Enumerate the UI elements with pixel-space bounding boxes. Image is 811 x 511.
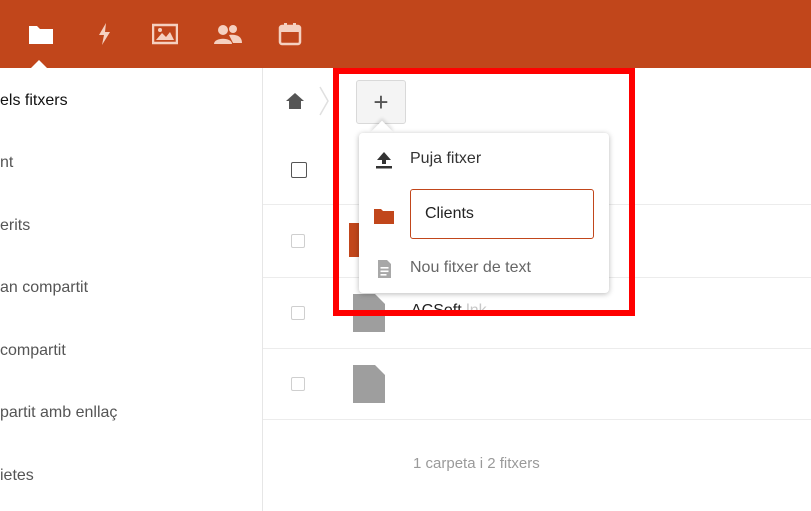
- sidebar-item-label: erits: [0, 217, 31, 234]
- home-icon: [286, 93, 304, 109]
- sidebar-item-label: an compartit: [0, 279, 89, 296]
- lightning-icon: [99, 23, 110, 45]
- sidebar-item-recent[interactable]: nt: [0, 143, 13, 183]
- sidebar-item-label: ietes: [0, 467, 34, 484]
- folder-icon: [374, 209, 394, 224]
- row-checkbox[interactable]: [291, 234, 305, 248]
- image-icon: [152, 23, 178, 45]
- row-checkbox[interactable]: [291, 306, 305, 320]
- sidebar: els fitxers nt erits an compartit compar…: [0, 68, 263, 511]
- sidebar-item-label: compartit: [0, 342, 66, 359]
- sidebar-item-tags[interactable]: ietes: [0, 456, 34, 496]
- new-text-file-label: Nou fitxer de text: [410, 259, 531, 276]
- sidebar-item-shared-with-others[interactable]: compartit: [0, 331, 66, 371]
- sidebar-item-favorites[interactable]: erits: [0, 206, 30, 246]
- calendar-icon: [278, 23, 302, 46]
- breadcrumb-separator: [319, 86, 329, 116]
- contacts-icon: [214, 25, 242, 44]
- files-app-button[interactable]: [27, 20, 55, 48]
- text-file-icon: [378, 260, 391, 278]
- new-menu: Puja fitxer Nou fitxer de text: [359, 133, 609, 293]
- new-button[interactable]: +: [356, 80, 406, 124]
- upload-file-label: Puja fitxer: [410, 150, 482, 167]
- folder-icon: [29, 26, 53, 44]
- sidebar-item-shared-by-link[interactable]: partit amb enllaç: [0, 393, 117, 433]
- upload-icon: [376, 152, 392, 169]
- file-icon: [353, 294, 385, 332]
- file-name[interactable]: ACSoft.lnk: [411, 302, 487, 320]
- sidebar-item-label: els fitxers: [0, 92, 68, 109]
- new-button-label: +: [373, 87, 389, 117]
- row-checkbox[interactable]: [291, 377, 305, 391]
- contacts-app-button[interactable]: [214, 20, 242, 48]
- sidebar-item-all-files[interactable]: els fitxers: [0, 81, 68, 121]
- file-icon: [353, 365, 385, 403]
- table-row[interactable]: [263, 349, 811, 420]
- upload-file-menu-item[interactable]: Puja fitxer: [359, 139, 609, 179]
- app-header: [0, 0, 811, 69]
- calendar-app-button[interactable]: [276, 20, 304, 48]
- file-summary: 1 carpeta i 2 fitxers: [413, 455, 540, 472]
- folder-name-input[interactable]: [410, 189, 594, 239]
- gallery-app-button[interactable]: [151, 20, 179, 48]
- activity-app-button[interactable]: [90, 20, 118, 48]
- breadcrumb-home[interactable]: [285, 92, 305, 110]
- sidebar-item-shared-with-you[interactable]: an compartit: [0, 268, 88, 308]
- sidebar-item-label: nt: [0, 154, 14, 171]
- select-all-checkbox[interactable]: [291, 162, 307, 178]
- new-text-file-menu-item[interactable]: Nou fitxer de text: [359, 248, 609, 288]
- sidebar-item-label: partit amb enllaç: [0, 404, 118, 421]
